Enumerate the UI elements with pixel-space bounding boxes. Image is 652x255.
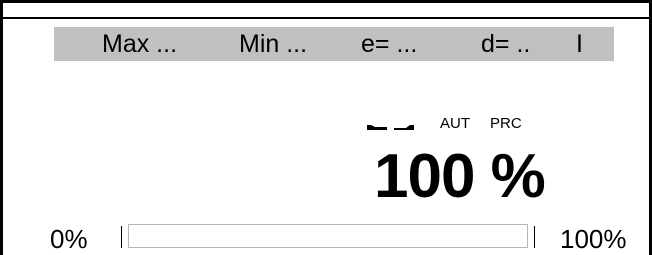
- e-label: e= ...: [361, 30, 418, 58]
- prc-indicator: PRC: [490, 115, 522, 132]
- aut-indicator: AUT: [440, 115, 470, 132]
- status-indicators: AUT PRC: [367, 114, 537, 134]
- min-label: Min ...: [239, 30, 308, 58]
- max-label: Max ...: [102, 30, 178, 58]
- progress-bar-fill: [129, 225, 527, 247]
- d-label: d= ..: [481, 30, 531, 58]
- scale-max-label: 100%: [560, 224, 627, 254]
- scale-min-label: 0%: [50, 224, 88, 254]
- frame-top-border: [0, 0, 652, 3]
- main-reading-value: 100 %: [374, 142, 546, 211]
- info-bar: Max ... Min ... e= ... d= .. I: [54, 27, 614, 61]
- frame-left-border: [0, 0, 3, 255]
- progress-bar-box: [128, 224, 528, 248]
- bar-label: I: [576, 30, 583, 58]
- header-divider: [3, 17, 649, 19]
- stable-right-icon: [394, 125, 414, 130]
- stable-left-icon: [367, 125, 387, 130]
- progress-bar: [121, 224, 535, 248]
